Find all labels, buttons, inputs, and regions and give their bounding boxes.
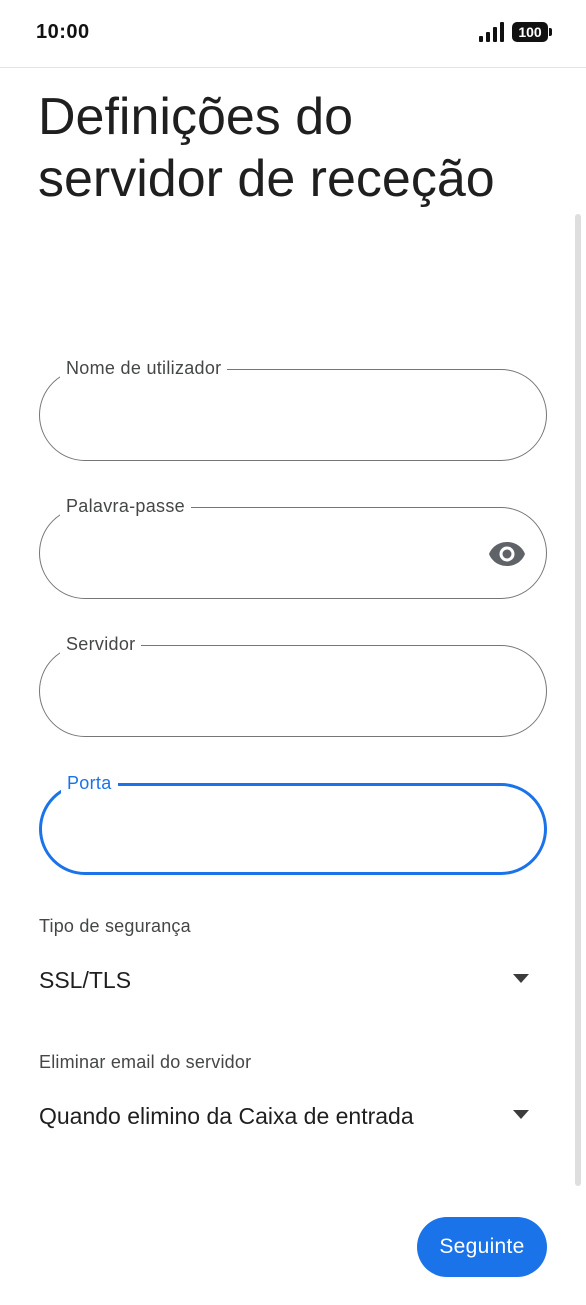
status-icons: 100 [479,22,552,42]
delete-from-server-value: Quando elimino da Caixa de entrada [39,1103,414,1129]
password-field[interactable]: Palavra-passe [39,494,547,599]
security-type-value: SSL/TLS [39,967,132,993]
delete-from-server-select[interactable]: Quando elimino da Caixa de entrada [39,1096,547,1136]
port-label: Porta [61,771,118,795]
server-field[interactable]: Servidor [39,632,547,737]
security-type-label: Tipo de segurança [39,916,191,936]
server-label: Servidor [60,632,142,656]
cellular-signal-icon [479,22,504,42]
username-label: Nome de utilizador [60,356,228,380]
scrollbar[interactable] [575,214,581,1186]
battery-icon: 100 [512,22,552,42]
page-title: Definições do servidor de receção [38,88,495,208]
eye-icon[interactable] [488,536,526,572]
dropdown-arrow-icon [513,1110,529,1119]
username-field[interactable]: Nome de utilizador [39,356,547,461]
security-type-select[interactable]: SSL/TLS [39,960,547,1000]
password-label: Palavra-passe [60,494,191,518]
next-button[interactable]: Seguinte [417,1217,547,1277]
port-field[interactable]: Porta [39,771,547,875]
delete-from-server-label: Eliminar email do servidor [39,1052,252,1072]
screen: 10:00 100 Definições do servidor de rece… [0,0,586,1305]
dropdown-arrow-icon [513,974,529,983]
status-bar: 10:00 100 [0,0,586,68]
status-time: 10:00 [36,21,90,43]
